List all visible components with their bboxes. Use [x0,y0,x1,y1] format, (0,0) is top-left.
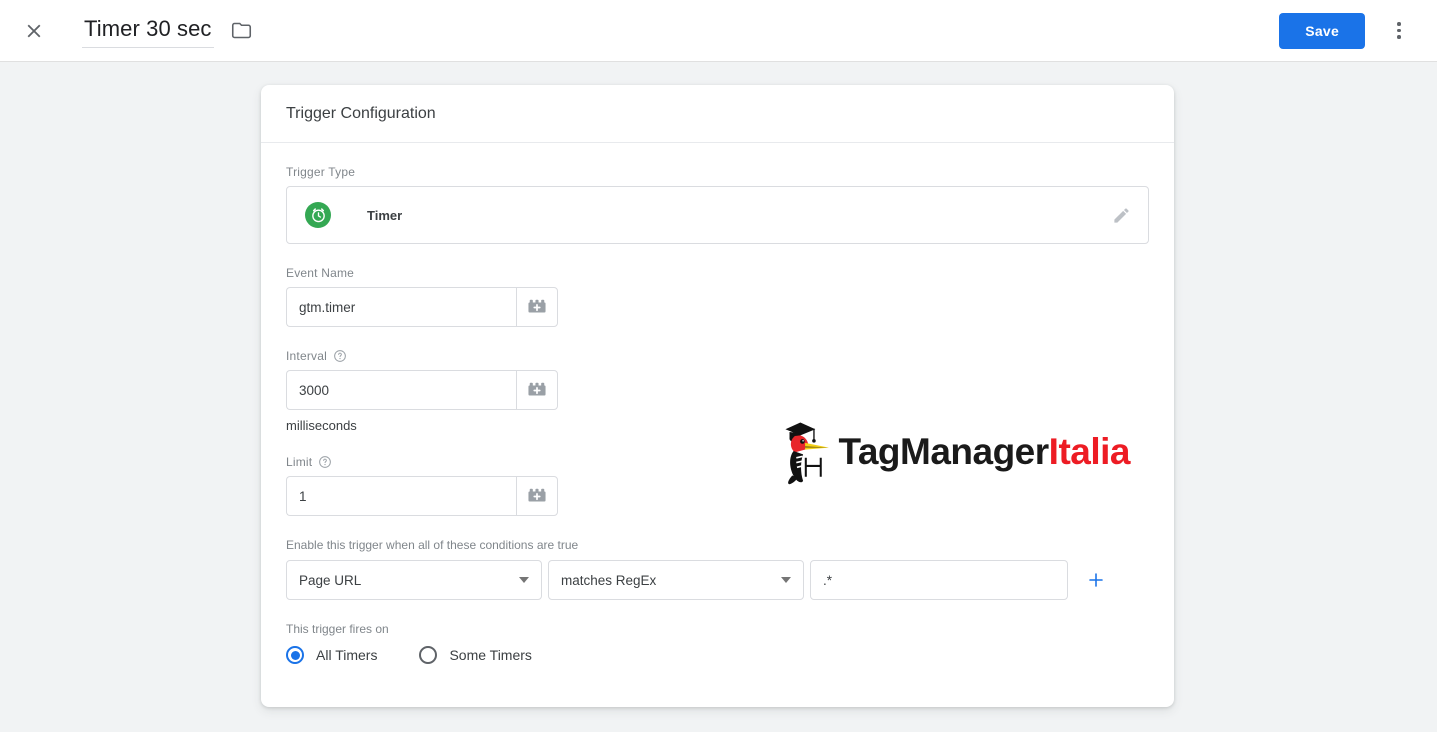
logo-text-primary: TagManager [838,430,1049,472]
radio-unselected-icon [419,646,438,664]
lego-brick-plus-icon[interactable] [516,476,558,516]
conditions-label: Enable this trigger when all of these co… [286,538,579,552]
trigger-type-label: Trigger Type [286,165,1149,179]
kebab-dot [1397,22,1401,26]
logo-text-accent: Italia [1048,430,1131,472]
trigger-type-value: Timer [367,207,403,223]
event-name-input-row [286,287,1149,327]
lego-brick-plus-icon[interactable] [516,287,558,327]
radio-some-timers-label: Some Timers [449,647,532,663]
fires-on-radio-group: All Timers Some Timers [286,646,1149,664]
title-area: Timer 30 sec [82,14,254,48]
condition-operator-select[interactable]: matches RegEx [548,560,804,600]
interval-label-text: Interval [286,349,327,363]
folder-icon[interactable] [230,19,254,43]
condition-row: Page URL matches RegEx [286,560,1149,600]
radio-some-timers[interactable]: Some Timers [419,646,532,664]
condition-operator-value: matches RegEx [561,572,657,588]
radio-all-timers[interactable]: All Timers [286,646,377,664]
conditions-section: Enable this trigger when all of these co… [286,538,1149,600]
card-title: Trigger Configuration [261,85,1174,143]
more-vert-icon[interactable] [1379,11,1419,51]
lego-brick-plus-icon[interactable] [516,370,558,410]
logo-wordmark: TagManagerItalia [838,433,1130,470]
help-circle-icon[interactable] [333,349,347,363]
chevron-down-icon [781,577,791,583]
event-name-label-text: Event Name [286,266,355,280]
condition-variable-value: Page URL [299,572,362,588]
fires-on-section: This trigger fires on All Timers Some Ti… [286,622,1149,664]
radio-selected-icon [286,646,304,664]
top-bar-actions: Save [1279,11,1437,51]
interval-label: Interval [286,349,1149,363]
condition-value-input[interactable] [810,560,1068,600]
woodpecker-graduate-icon [785,422,829,485]
event-name-label: Event Name [286,266,1149,280]
event-name-input[interactable] [286,287,516,327]
kebab-dot [1397,28,1401,33]
limit-label-text: Limit [286,455,313,469]
trigger-configuration-card: Trigger Configuration Trigger Type Timer [261,85,1174,707]
timer-icon [305,202,331,228]
fires-on-label: This trigger fires on [286,622,389,636]
tagmanageritalia-logo: TagManagerItalia [780,401,1131,501]
pencil-icon[interactable] [1110,204,1132,226]
trigger-type-selector[interactable]: Timer [286,186,1149,244]
plus-icon[interactable] [1084,568,1108,592]
card-body: Trigger Type Timer Event Name gtm.timer … [261,143,1174,664]
save-button[interactable]: Save [1279,12,1365,49]
radio-all-timers-label: All Timers [316,647,378,663]
chevron-down-icon [519,577,529,583]
help-circle-icon[interactable] [318,455,332,469]
close-icon[interactable] [14,11,54,51]
event-name-field: Event Name [286,266,1149,327]
limit-input[interactable] [286,476,516,516]
condition-variable-select[interactable]: Page URL [286,560,542,600]
trigger-name-input[interactable]: Timer 30 sec [82,14,214,48]
kebab-dot [1397,35,1401,39]
interval-input[interactable] [286,370,516,410]
top-app-bar: Timer 30 sec Save [0,0,1437,62]
trigger-type-label-text: Trigger Type [286,165,356,179]
